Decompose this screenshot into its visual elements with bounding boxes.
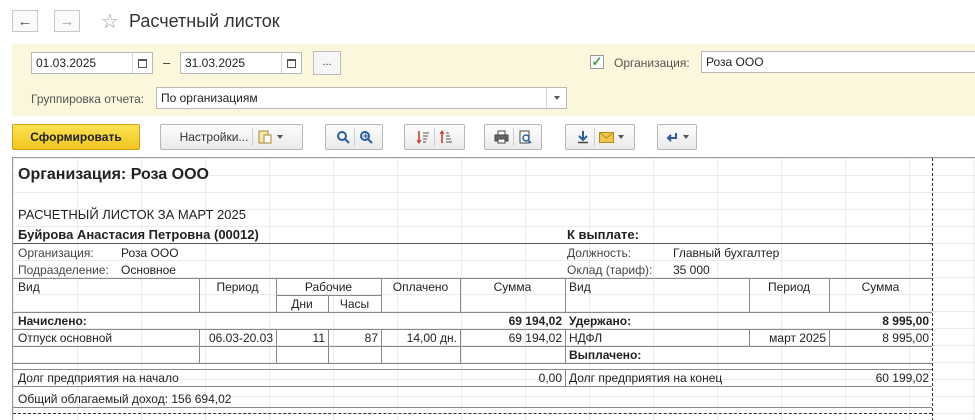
page-boundary — [932, 158, 933, 420]
withholding-kind: НДФЛ — [569, 331, 603, 345]
search-group — [325, 124, 383, 150]
report-sheet: Организация: Роза ООО РАСЧЕТНЫЙ ЛИСТОК З… — [12, 157, 975, 420]
dept-value: Основное — [121, 263, 176, 277]
accrual-hours: 87 — [364, 331, 378, 345]
employee-name: Буйрова Анастасия Петровна (00012) — [18, 227, 259, 242]
col-paid: Оплачено — [392, 280, 449, 294]
org-heading: Организация: Роза ООО — [18, 166, 209, 183]
to-pay-label: К выплате: — [567, 227, 639, 242]
withholding-period: март 2025 — [769, 331, 826, 345]
accrued-label: Начислено: — [18, 314, 87, 328]
organization-value: Роза ООО — [706, 55, 764, 69]
col-working: Рабочие — [304, 280, 353, 294]
col-kind-2: Вид — [569, 280, 591, 294]
col-sum-2: Сумма — [861, 280, 900, 294]
sort-group — [404, 124, 465, 150]
page-title: Расчетный листок — [129, 11, 280, 31]
back-button[interactable]: ← — [12, 10, 38, 32]
withholding-sum: 8 995,00 — [882, 331, 929, 345]
favorite-star-icon[interactable]: ☆ — [101, 9, 119, 34]
organization-checkbox[interactable]: ✓ — [590, 55, 604, 69]
position-label: Должность: — [567, 246, 632, 260]
debt-end-label: Долг предприятия на конец — [569, 371, 723, 385]
search-icon[interactable] — [336, 130, 350, 144]
sort-ascending-icon[interactable] — [439, 130, 453, 144]
report-variant-icon — [258, 130, 272, 144]
org-label: Организация: — [18, 246, 94, 260]
col-days: Дни — [291, 297, 313, 311]
accrual-period: 06.03-20.03 — [208, 331, 273, 345]
withheld-label: Удержано: — [569, 314, 632, 328]
calendar-icon[interactable] — [132, 53, 152, 73]
page-break — [13, 413, 932, 414]
debt-end-value: 60 199,02 — [875, 371, 929, 385]
accrued-total: 69 194,02 — [508, 314, 562, 328]
debt-start-value: 0,00 — [538, 371, 562, 385]
select-period-button[interactable]: ... — [313, 51, 341, 75]
undo-arrow-icon — [666, 132, 677, 142]
date-range-dash: – — [163, 55, 171, 70]
grouping-value: По организациям — [161, 91, 258, 105]
col-period-2: Период — [767, 280, 811, 294]
grouping-select[interactable]: По организациям — [156, 87, 567, 109]
chevron-down-icon — [682, 135, 689, 139]
calendar-icon[interactable] — [281, 53, 301, 73]
col-hours: Часы — [339, 297, 370, 311]
taxable-income: Общий облагаемый доход: 156 694,02 — [18, 392, 232, 406]
print-group — [484, 124, 542, 150]
date-from-value: 01.03.2025 — [36, 56, 97, 70]
withheld-total: 8 995,00 — [882, 314, 929, 328]
accrual-kind: Отпуск основной — [18, 331, 113, 345]
settings-label: Настройки... — [179, 130, 249, 144]
date-to-field[interactable]: 31.03.2025 — [180, 52, 302, 74]
accrual-sum: 69 194,02 — [508, 331, 562, 345]
col-kind: Вид — [18, 280, 40, 294]
settings-button[interactable]: Настройки... — [160, 124, 303, 150]
org-value: Роза ООО — [121, 246, 179, 260]
sheet-title: РАСЧЕТНЫЙ ЛИСТОК ЗА МАРТ 2025 — [18, 207, 246, 222]
col-period: Период — [216, 280, 259, 294]
salary-value: 35 000 — [673, 263, 710, 277]
paid-out-label: Выплачено: — [569, 348, 642, 362]
grouping-label: Группировка отчета: — [31, 92, 145, 106]
sort-descending-icon[interactable] — [416, 130, 430, 144]
save-download-icon[interactable] — [576, 130, 590, 144]
forward-button[interactable]: → — [54, 10, 80, 32]
undo-button[interactable] — [657, 124, 697, 150]
date-from-field[interactable]: 01.03.2025 — [31, 52, 153, 74]
arrow-left-icon: ← — [17, 12, 33, 30]
export-group — [565, 124, 635, 150]
chevron-down-icon[interactable] — [546, 88, 566, 108]
accrual-paid: 14,00 дн. — [406, 331, 457, 345]
chevron-down-icon — [277, 135, 284, 139]
dept-label: Подразделение: — [18, 263, 109, 277]
print-preview-icon[interactable] — [518, 130, 532, 144]
organization-field[interactable]: Роза ООО — [701, 51, 975, 73]
search-next-icon[interactable] — [359, 130, 373, 144]
position-value: Главный бухгалтер — [673, 246, 780, 260]
organization-label: Организация: — [614, 56, 690, 70]
print-icon[interactable] — [494, 130, 509, 144]
salary-label: Оклад (тариф): — [567, 263, 653, 277]
generate-button[interactable]: Сформировать — [12, 124, 140, 150]
col-sum: Сумма — [493, 280, 532, 294]
accrual-days: 11 — [312, 331, 325, 345]
chevron-down-icon[interactable] — [618, 135, 624, 139]
debt-start-label: Долг предприятия на начало — [18, 371, 179, 385]
arrow-right-icon: → — [59, 12, 75, 30]
date-to-value: 31.03.2025 — [185, 56, 246, 70]
envelope-icon[interactable] — [599, 131, 614, 143]
